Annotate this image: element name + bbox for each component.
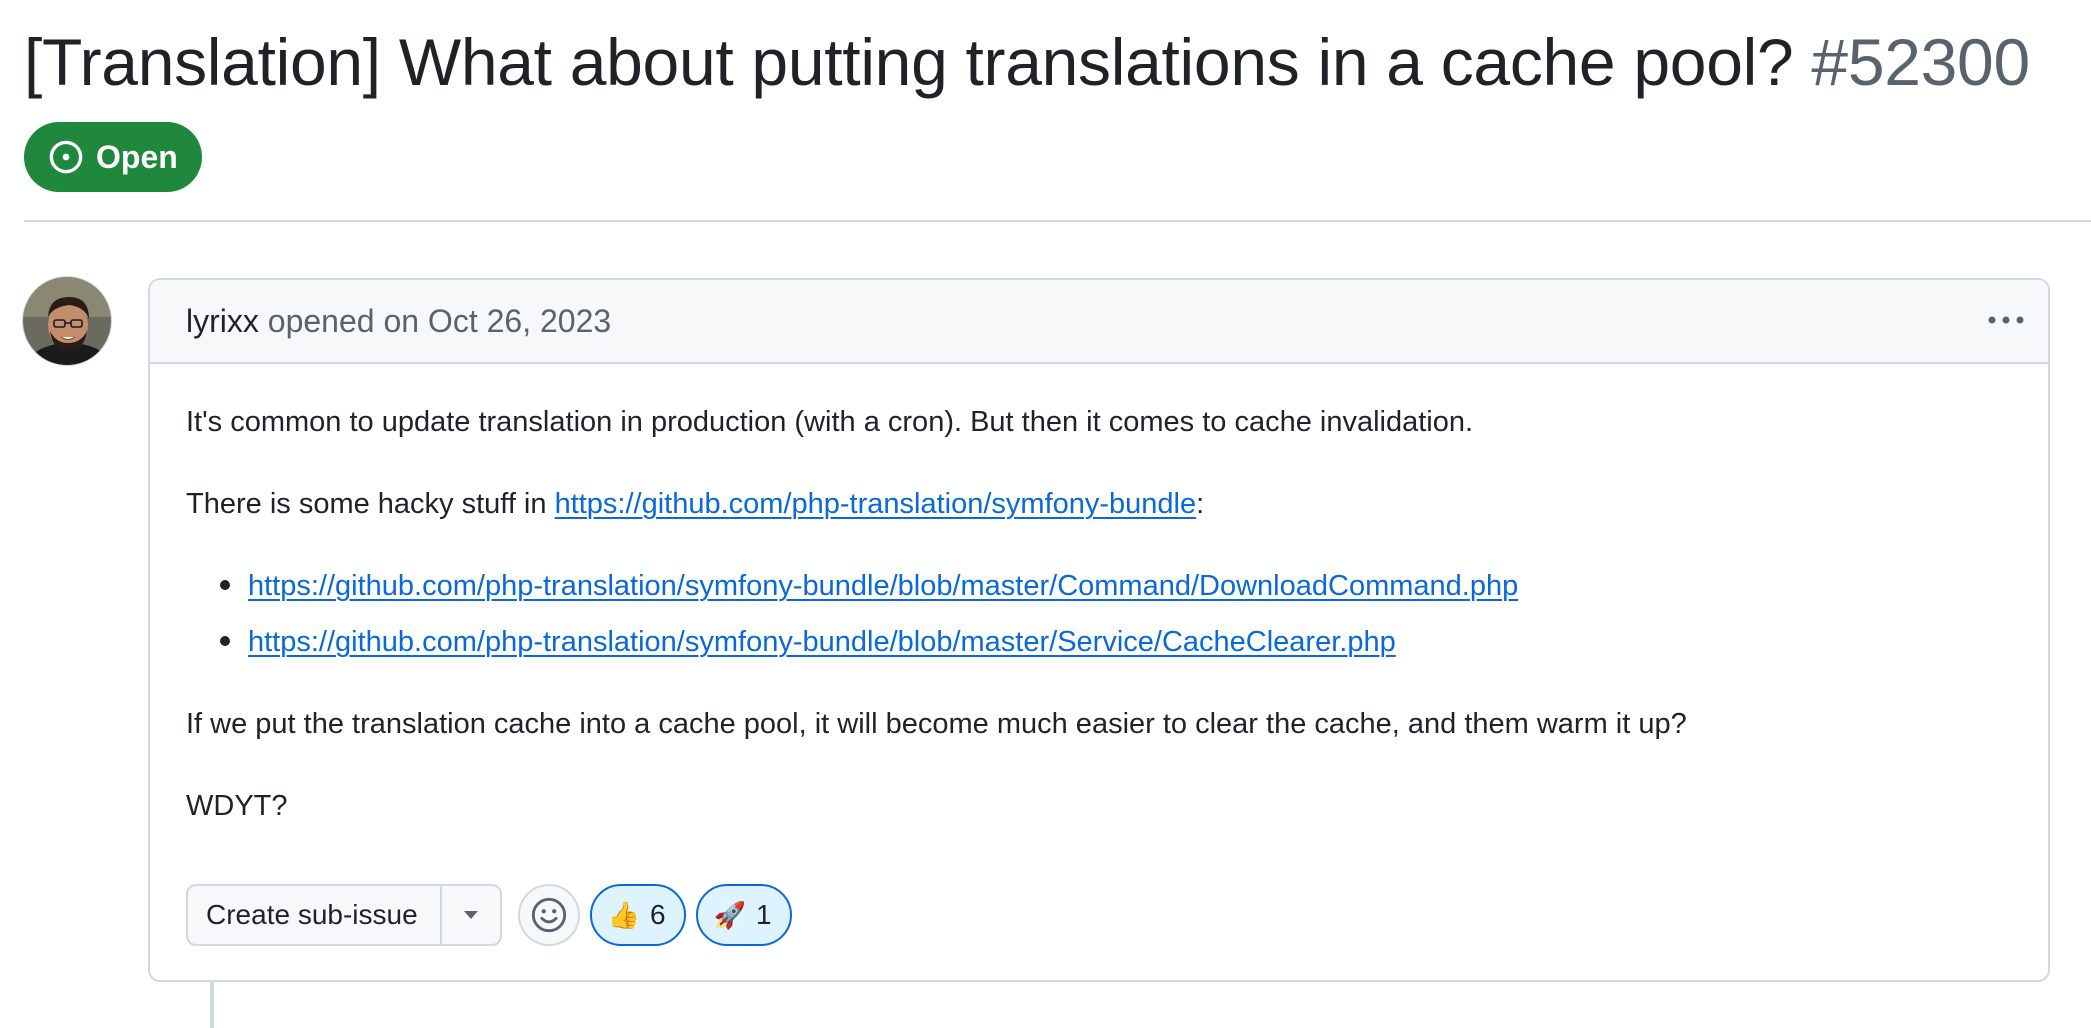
comment-header: lyrixx opened on Oct 26, 2023 xyxy=(150,280,2048,364)
list-bullet xyxy=(220,636,230,646)
symfony-bundle-link[interactable]: https://github.com/php-translation/symfo… xyxy=(555,488,1197,520)
list-bullet xyxy=(220,580,230,590)
comment-author-link[interactable]: lyrixx xyxy=(186,303,259,339)
add-reaction-button[interactable] xyxy=(517,884,580,946)
comment-options-button[interactable] xyxy=(1982,302,2030,338)
cache-clearer-link[interactable]: https://github.com/php-translation/symfo… xyxy=(248,626,1396,658)
comment-opened-date[interactable]: opened on Oct 26, 2023 xyxy=(268,303,611,339)
create-sub-issue-menu-button[interactable] xyxy=(439,886,500,944)
body-paragraph: It's common to update translation in pro… xyxy=(186,406,1474,438)
download-command-link[interactable]: https://github.com/php-translation/symfo… xyxy=(248,570,1518,602)
rocket-icon: 🚀 xyxy=(713,900,746,930)
reaction-count: 1 xyxy=(755,899,772,930)
thumbs-up-icon: 👍 xyxy=(607,900,641,930)
reaction-rocket[interactable]: 🚀 1 xyxy=(695,884,792,946)
paragraph-text: There is some hacky stuff in xyxy=(186,488,555,520)
comment-actions: Create sub-issue 👍 6 🚀 1 xyxy=(186,884,792,946)
issue-state-label: Open xyxy=(96,139,178,175)
reaction-thumbs-up[interactable]: 👍 6 xyxy=(589,884,686,946)
header-divider xyxy=(24,220,2091,222)
issue-opened-icon xyxy=(48,139,84,175)
triangle-down-icon xyxy=(463,911,478,919)
kebab-horizontal-icon xyxy=(1988,316,2024,324)
body-paragraph-with-link: There is some hacky stuff in https://git… xyxy=(186,484,1204,524)
create-sub-issue-split-button: Create sub-issue xyxy=(186,884,502,946)
smiley-icon xyxy=(531,897,566,933)
issue-number: #52300 xyxy=(1811,25,2030,99)
issue-title-row: [Translation] What about putting transla… xyxy=(24,18,2030,106)
issue-comment: lyrixx opened on Oct 26, 2023 It's commo… xyxy=(148,278,2050,982)
author-avatar[interactable] xyxy=(22,276,112,366)
issue-state-badge: Open xyxy=(24,122,202,192)
body-paragraph: If we put the translation cache into a c… xyxy=(186,708,1687,740)
list-item: https://github.com/php-translation/symfo… xyxy=(248,566,1518,606)
reaction-count: 6 xyxy=(650,899,666,930)
list-item: https://github.com/php-translation/symfo… xyxy=(248,622,1396,662)
create-sub-issue-button[interactable]: Create sub-issue xyxy=(188,886,440,944)
body-paragraph: WDYT? xyxy=(186,790,288,822)
comment-meta: lyrixx opened on Oct 26, 2023 xyxy=(186,280,611,362)
timeline-connector xyxy=(210,982,214,1028)
paragraph-text: : xyxy=(1196,488,1205,520)
issue-title: [Translation] What about putting transla… xyxy=(24,25,1794,99)
